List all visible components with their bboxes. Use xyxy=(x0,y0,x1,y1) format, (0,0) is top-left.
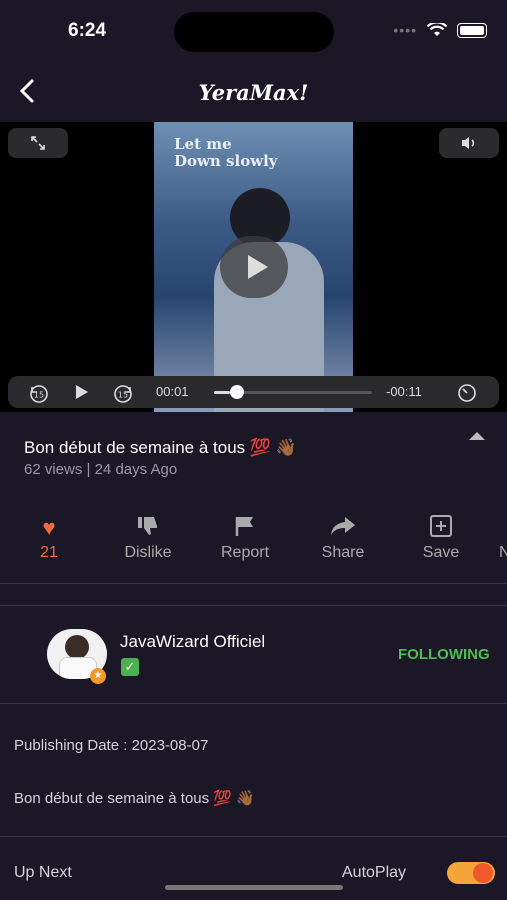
flag-icon xyxy=(205,514,285,542)
share-icon xyxy=(303,514,383,542)
home-indicator xyxy=(165,885,343,890)
collapse-chevron-icon[interactable] xyxy=(469,432,485,440)
caption-line-1: Let me xyxy=(174,135,232,153)
rewind-button[interactable]: 15 xyxy=(28,383,50,406)
publishing-date: Publishing Date : 2023-08-07 xyxy=(14,737,209,754)
caption-line-2: Down slowly xyxy=(174,152,278,170)
seek-handle[interactable] xyxy=(230,385,244,399)
like-count: 21 xyxy=(40,544,58,561)
play-button[interactable] xyxy=(74,383,90,404)
status-icons: •••• xyxy=(393,22,487,38)
divider xyxy=(0,836,507,837)
divider xyxy=(0,703,507,704)
forward-label: 15 xyxy=(118,391,128,400)
volume-button[interactable] xyxy=(439,128,499,158)
seek-progress xyxy=(214,391,230,394)
star-badge-icon: ★ xyxy=(90,668,106,684)
channel-name[interactable]: JavaWizard Officiel xyxy=(120,632,265,652)
player-controls: 15 15 00:01 -00:11 xyxy=(8,376,499,408)
following-button[interactable]: FOLLOWING xyxy=(398,646,490,663)
play-overlay-button[interactable] xyxy=(220,236,288,298)
wifi-icon xyxy=(427,23,447,36)
expand-icon xyxy=(31,136,45,150)
app-title: YeraMax! xyxy=(198,80,309,105)
remaining-time: -00:11 xyxy=(386,384,422,399)
dynamic-island xyxy=(174,12,334,52)
timer-icon xyxy=(458,384,476,402)
video-meta: 62 views | 24 days Ago xyxy=(24,461,178,478)
status-time: 6:24 xyxy=(68,20,107,41)
like-button[interactable]: ♥ 21 xyxy=(9,514,89,562)
more-action-partial[interactable]: N xyxy=(499,544,507,562)
elapsed-time: 00:01 xyxy=(156,384,189,399)
forward-button[interactable]: 15 xyxy=(112,383,134,406)
speed-button[interactable] xyxy=(457,383,477,406)
video-frame[interactable]: Let me Down slowly xyxy=(154,122,353,412)
dislike-button[interactable]: Dislike xyxy=(108,514,188,562)
divider xyxy=(0,605,507,606)
report-label: Report xyxy=(220,544,270,561)
autoplay-label: AutoPlay xyxy=(342,864,407,881)
volume-icon xyxy=(462,137,475,149)
rewind-15-icon: 15 xyxy=(30,385,48,403)
save-label: Save xyxy=(422,544,460,561)
divider xyxy=(0,583,507,584)
battery-icon xyxy=(457,22,487,38)
signal-dots: •••• xyxy=(393,22,417,38)
add-box-icon xyxy=(401,514,481,542)
rewind-label: 15 xyxy=(34,391,44,400)
save-button[interactable]: Save xyxy=(401,514,481,562)
thumbs-down-icon xyxy=(108,514,188,542)
verified-check-icon: ✓ xyxy=(121,658,139,676)
play-icon xyxy=(76,385,88,399)
heart-icon: ♥ xyxy=(42,515,56,540)
autoplay-toggle[interactable] xyxy=(447,862,495,884)
fullscreen-button[interactable] xyxy=(8,128,68,158)
avatar-head xyxy=(65,635,89,659)
dislike-label: Dislike xyxy=(124,544,172,561)
toggle-knob xyxy=(473,863,493,883)
share-label: Share xyxy=(321,544,365,561)
forward-15-icon: 15 xyxy=(114,385,132,403)
share-button[interactable]: Share xyxy=(303,514,383,562)
report-button[interactable]: Report xyxy=(205,514,285,562)
video-player[interactable]: Let me Down slowly 15 15 00:01 -00:11 xyxy=(0,122,507,412)
video-description: Bon début de semaine à tous 💯 👋🏾 xyxy=(14,790,255,807)
up-next-label: Up Next xyxy=(14,864,72,881)
video-title: Bon début de semaine à tous 💯 👋🏾 xyxy=(24,438,297,457)
video-caption: Let me Down slowly xyxy=(174,136,278,170)
